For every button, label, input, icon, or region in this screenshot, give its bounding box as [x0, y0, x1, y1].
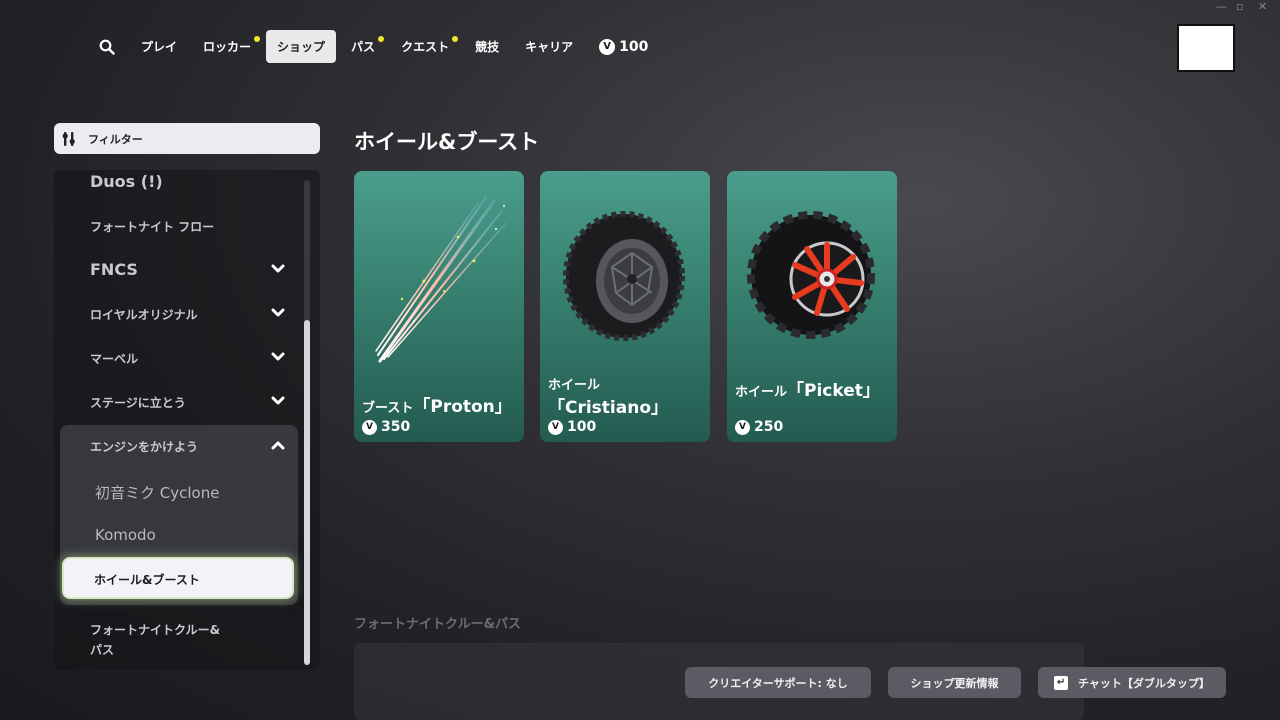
vbucks-icon: V	[548, 419, 563, 435]
item-name: ホイール 「Cristiano」	[548, 378, 669, 418]
category-item-engine[interactable]: エンジンをかけよう	[90, 438, 198, 455]
restore-icon[interactable]: ▫	[1236, 0, 1243, 13]
vbucks-icon: V	[599, 38, 616, 55]
wheel-red-icon	[747, 211, 875, 339]
shop-item-card[interactable]: ホイール 「Cristiano」 V 100	[540, 171, 710, 442]
filter-button[interactable]: フィルター	[54, 123, 320, 154]
nav-tab-play[interactable]: プレイ	[130, 30, 188, 63]
category-item-stage[interactable]: ステージに立とう	[90, 394, 186, 411]
chevron-down-icon[interactable]	[270, 261, 286, 277]
scrollbar-thumb[interactable]	[304, 320, 310, 665]
top-nav: プレイ ロッカー ショップ パス クエスト 競技 キャリア V 100	[88, 30, 659, 63]
search-icon[interactable]	[88, 30, 126, 63]
category-item-duos[interactable]: Duos (!)	[90, 172, 163, 191]
notification-dot	[254, 36, 261, 42]
chevron-down-icon[interactable]	[270, 393, 286, 409]
nav-tab-locker[interactable]: ロッカー	[192, 30, 262, 63]
shop-update-button[interactable]: ショップ更新情報	[888, 667, 1021, 698]
nav-tab-pass[interactable]: パス	[340, 30, 386, 63]
section-title: フォートナイトクルー&パス	[354, 617, 521, 632]
return-key-icon: ↵	[1054, 675, 1069, 690]
chat-button[interactable]: ↵ チャット【ダブルタップ】	[1038, 667, 1226, 698]
subcategory-item-wheels-boost[interactable]: ホイール&ブースト	[64, 559, 292, 597]
filter-icon	[62, 131, 88, 147]
subcategory-item-miku-cyclone[interactable]: 初音ミク Cyclone	[95, 482, 219, 503]
chevron-up-icon[interactable]	[270, 437, 286, 453]
nav-tab-competitive[interactable]: 競技	[464, 30, 510, 63]
wheel-black-icon	[563, 211, 685, 341]
category-item-fortnite-flow[interactable]: フォートナイト フロー	[90, 218, 214, 235]
nav-tab-career[interactable]: キャリア	[514, 30, 584, 63]
section-title: ホイール&ブースト	[354, 130, 540, 154]
category-item-marvel[interactable]: マーベル	[90, 350, 138, 367]
boost-trail-icon	[375, 196, 507, 363]
item-name: ブースト「Proton」	[362, 397, 512, 417]
subcategory-item-komodo[interactable]: Komodo	[95, 526, 156, 544]
vbucks-balance[interactable]: V 100	[588, 30, 659, 63]
item-price: V 250	[735, 419, 783, 435]
item-name: ホイール「Picket」	[735, 381, 880, 401]
avatar[interactable]	[1177, 24, 1235, 72]
item-price: V 350	[362, 419, 410, 435]
creator-support-button[interactable]: クリエイターサポート: なし	[685, 667, 871, 698]
vbucks-amount: 100	[619, 38, 649, 55]
close-window-icon[interactable]: ✕	[1258, 0, 1267, 13]
category-item-royal-original[interactable]: ロイヤルオリジナル	[90, 306, 198, 323]
minimize-icon[interactable]: —	[1216, 0, 1227, 13]
chevron-down-icon[interactable]	[270, 305, 286, 321]
nav-tab-quests[interactable]: クエスト	[390, 30, 460, 63]
notification-dot	[452, 36, 459, 42]
shop-item-card[interactable]: ブースト「Proton」 V 350	[354, 171, 524, 442]
item-price: V 100	[548, 419, 596, 435]
notification-dot	[378, 36, 385, 42]
subcategory-item-label: ホイール&ブースト	[94, 573, 200, 587]
chevron-down-icon[interactable]	[270, 349, 286, 365]
nav-tab-shop[interactable]: ショップ	[266, 30, 337, 63]
category-item-crew-pass[interactable]: フォートナイトクルー& パス	[90, 620, 220, 660]
category-item-fncs[interactable]: FNCS	[90, 260, 138, 279]
vbucks-icon: V	[735, 419, 750, 435]
filter-label: フィルター	[88, 132, 143, 146]
shop-item-card[interactable]: ホイール「Picket」 V 250	[727, 171, 897, 442]
vbucks-icon: V	[362, 419, 377, 435]
sidebar-scrollbar[interactable]	[304, 180, 310, 665]
